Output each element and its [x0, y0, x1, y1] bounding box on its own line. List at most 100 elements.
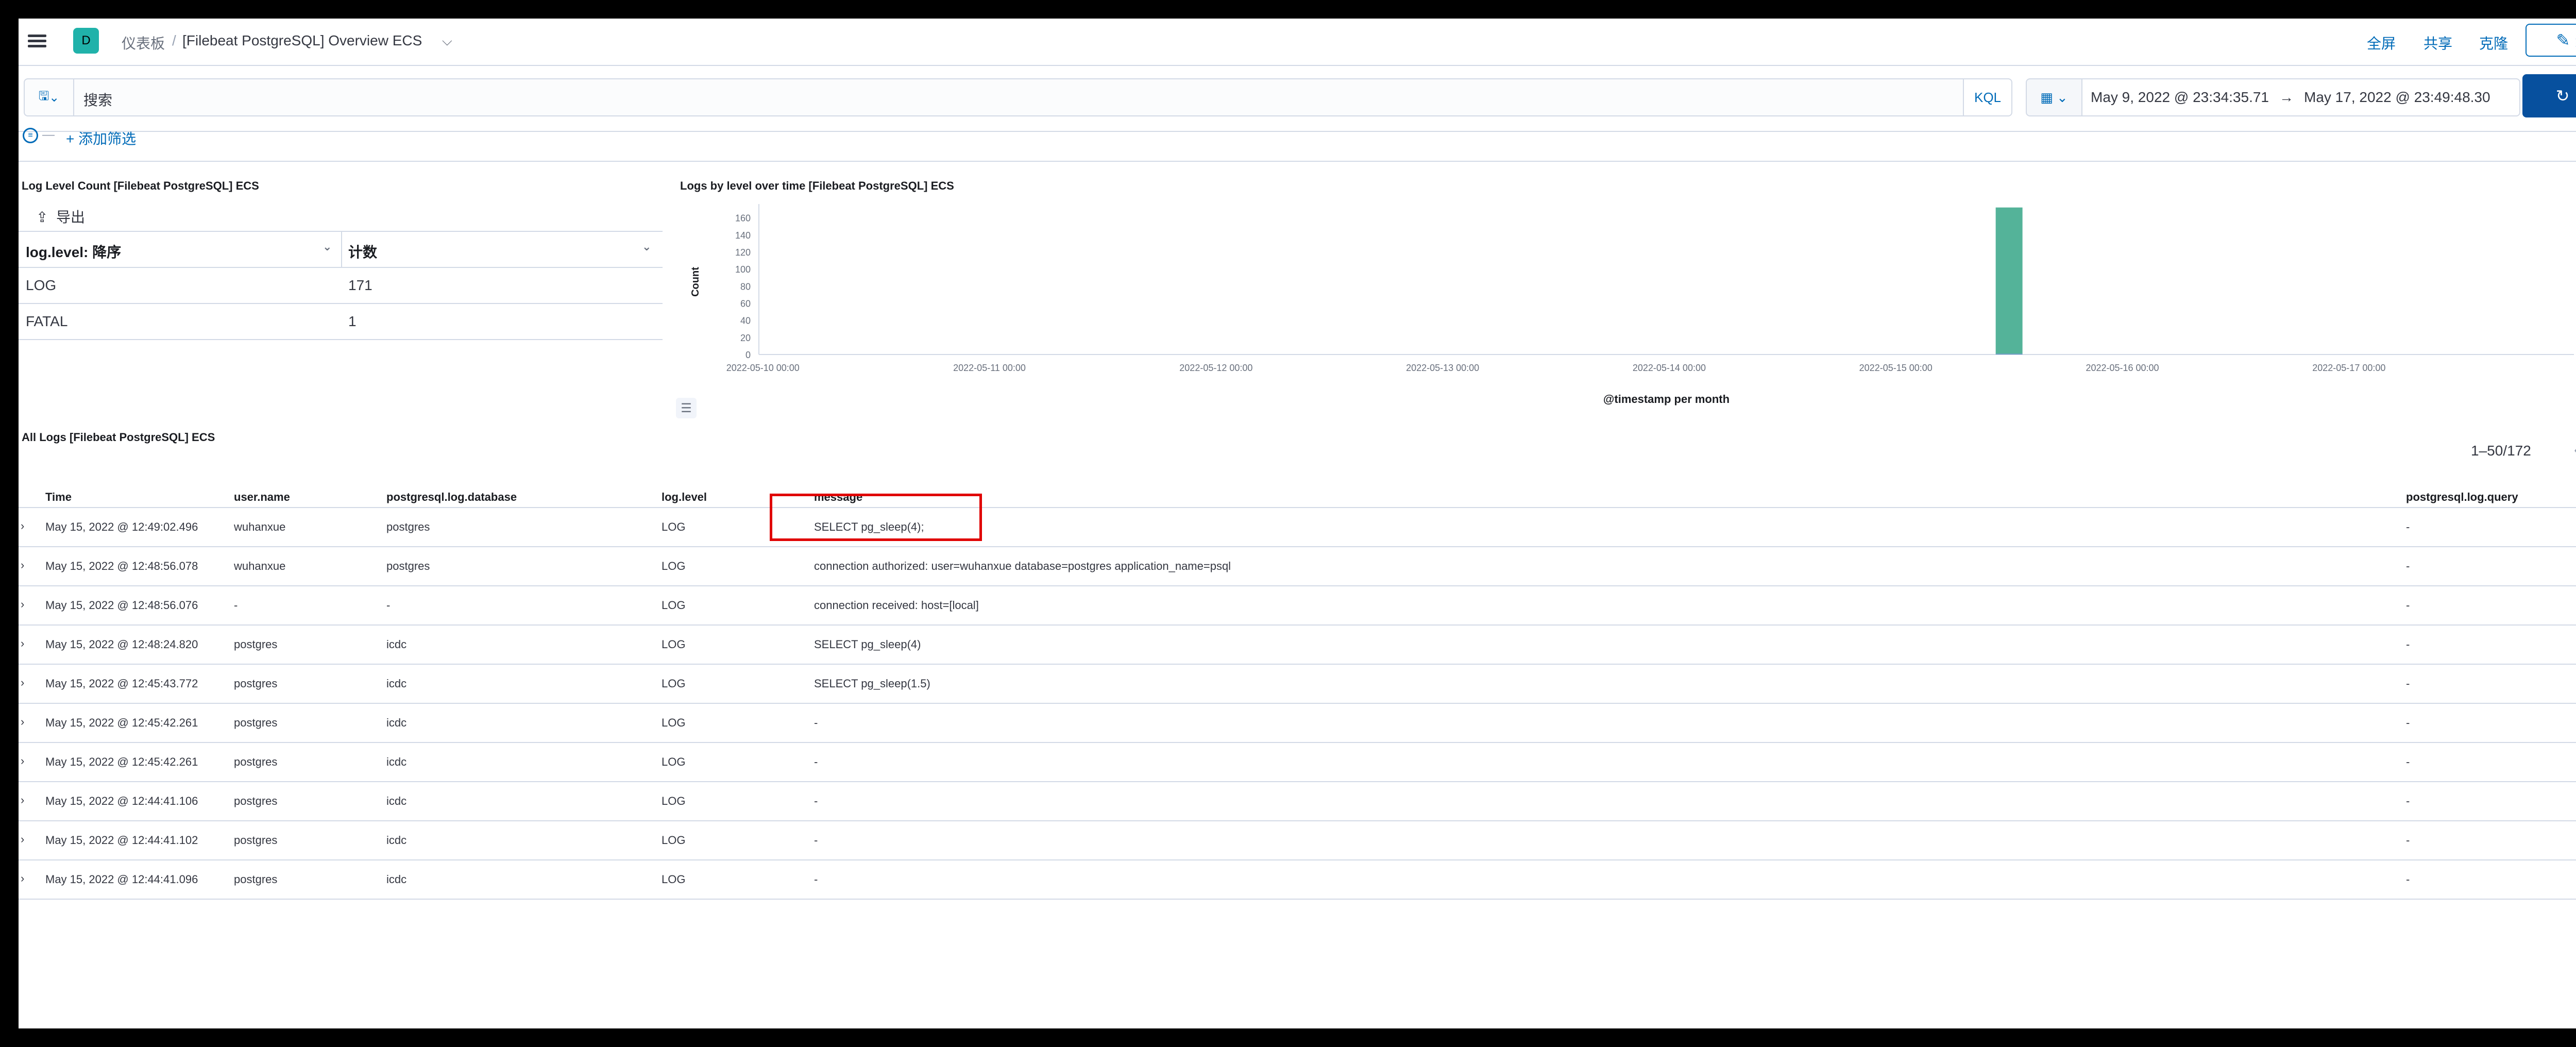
expand-chevron-icon[interactable]: › [21, 637, 24, 650]
breadcrumb-dashboards[interactable]: 仪表板 [122, 32, 165, 53]
cell-message: SELECT pg_sleep(4) [814, 638, 921, 651]
cell-time: May 15, 2022 @ 12:48:56.076 [45, 599, 198, 612]
chevron-down-icon: ⌄ [49, 90, 60, 105]
table-row[interactable]: › May 15, 2022 @ 12:45:42.261 postgres icdc… [19, 704, 2576, 743]
table-row[interactable]: › May 15, 2022 @ 12:44:41.096 postgres icdc… [19, 860, 2576, 900]
y-tick-label: 140 [735, 230, 751, 241]
y-tick-label: 60 [740, 298, 751, 309]
breadcrumb-separator: / [172, 32, 176, 48]
column-header-user[interactable]: user.name [234, 491, 290, 504]
cell-query: - [2406, 755, 2410, 768]
edit-button[interactable]: ✎ 编辑 [2526, 24, 2576, 57]
x-tick-label: 2022-05-17 00:00 [2312, 363, 2385, 373]
cell-query: - [2406, 677, 2410, 690]
table-row[interactable]: › May 15, 2022 @ 12:48:24.820 postgres icdc… [19, 626, 2576, 665]
cell-level: LOG [662, 795, 686, 807]
x-tick-label: 2022-05-14 00:00 [1633, 363, 1706, 373]
expand-chevron-icon[interactable]: › [21, 872, 24, 885]
export-icon: ⇪ [36, 209, 48, 225]
cell-level: LOG [662, 716, 686, 729]
refresh-icon: ↻ [2555, 87, 2570, 105]
column-header-level[interactable]: log.level [662, 491, 707, 504]
cell-message: SELECT pg_sleep(1.5) [814, 677, 930, 690]
expand-chevron-icon[interactable]: › [21, 833, 24, 846]
chevron-down-icon[interactable]: ⌄ [642, 240, 651, 254]
cell-user: postgres [234, 755, 278, 768]
y-tick-label: 0 [745, 350, 751, 360]
chevron-down-icon[interactable]: ⌵ [442, 33, 452, 49]
logs-over-time-chart: 0 20 40 60 80 100 120 140 160 2022-05-10 00:00 202… [690, 204, 2574, 406]
cell-database: icdc [386, 677, 407, 690]
expand-chevron-icon[interactable]: › [21, 793, 24, 807]
fullscreen-link[interactable]: 全屏 [2367, 32, 2396, 53]
all-logs-table: Time user.name postgresql.log.database l… [19, 482, 2576, 900]
share-link[interactable]: 共享 [2424, 32, 2452, 53]
clone-link[interactable]: 克隆 [2479, 32, 2508, 53]
table-row[interactable]: › May 15, 2022 @ 12:49:02.496 wuhanxue post… [19, 508, 2576, 547]
expand-chevron-icon[interactable]: › [21, 519, 24, 533]
expand-chevron-icon[interactable]: › [21, 754, 24, 768]
kql-toggle[interactable]: KQL [1964, 78, 2012, 116]
search-input[interactable]: 搜索 [73, 78, 1964, 116]
y-tick-label: 40 [740, 316, 751, 326]
table-header: Time user.name postgresql.log.database l… [19, 482, 2576, 508]
expand-chevron-icon[interactable]: › [21, 676, 24, 689]
breadcrumb-current: [Filebeat PostgreSQL] Overview ECS [182, 32, 422, 48]
column-header-query[interactable]: postgresql.log.query [2406, 491, 2518, 504]
cell-user: postgres [234, 716, 278, 729]
expand-chevron-icon[interactable]: › [21, 598, 24, 611]
cell-count: 171 [348, 277, 372, 293]
date-start[interactable]: May 9, 2022 @ 23:34:35.71 [2091, 89, 2269, 106]
save-icon: 🖫 [38, 89, 49, 103]
cell-query: - [2406, 834, 2410, 847]
cell-message: connection received: host=[local] [814, 599, 979, 612]
cell-time: May 15, 2022 @ 12:45:42.261 [45, 755, 198, 768]
cell-user: postgres [234, 873, 278, 886]
filter-icon[interactable]: ≡ [23, 128, 38, 143]
cell-user: wuhanxue [234, 520, 286, 533]
expand-chevron-icon[interactable]: › [21, 559, 24, 572]
column-header-level[interactable]: log.level: 降序 [26, 241, 121, 262]
table-row[interactable]: › May 15, 2022 @ 12:44:41.106 postgres icdc… [19, 782, 2576, 821]
calendar-icon: ▦ [2040, 89, 2053, 105]
column-divider [341, 232, 342, 267]
table-row[interactable]: › May 15, 2022 @ 12:48:56.078 wuhanxue post… [19, 547, 2576, 586]
level-count-table: log.level: 降序 ⌄ 计数 ⌄ LOG 171 FATAL 1 [19, 231, 663, 340]
x-tick-label: 2022-05-15 00:00 [1859, 363, 1933, 373]
y-tick-label: 20 [740, 333, 751, 343]
table-row[interactable]: › May 15, 2022 @ 12:45:42.261 postgres icdc… [19, 743, 2576, 782]
x-tick-label: 2022-05-12 00:00 [1179, 363, 1252, 373]
date-range-picker[interactable]: May 9, 2022 @ 23:34:35.71 → May 17, 2022… [2082, 78, 2520, 116]
expand-chevron-icon[interactable]: › [21, 715, 24, 729]
column-header-time[interactable]: Time [45, 491, 72, 504]
column-header-database[interactable]: postgresql.log.database [386, 491, 517, 504]
date-end[interactable]: May 17, 2022 @ 23:49:48.30 [2304, 89, 2490, 106]
table-row[interactable]: › May 15, 2022 @ 12:45:43.772 postgres icdc… [19, 665, 2576, 704]
cell-time: May 15, 2022 @ 12:48:24.820 [45, 638, 198, 651]
x-tick-label: 2022-05-13 00:00 [1406, 363, 1479, 373]
top-header: D 仪表板 / [Filebeat PostgreSQL] Overview E… [19, 19, 2576, 66]
table-row[interactable]: › May 15, 2022 @ 12:44:41.102 postgres icdc… [19, 821, 2576, 860]
column-header-count[interactable]: 计数 [348, 241, 377, 262]
export-button[interactable]: ⇪ 导出 [36, 206, 85, 227]
list-icon[interactable]: ☰ [676, 398, 697, 418]
refresh-button[interactable]: ↻ 刷新 [2522, 74, 2576, 117]
y-tick-label: 120 [735, 247, 751, 258]
cell-message: connection authorized: user=wuhanxue dat… [814, 560, 1231, 572]
cell-time: May 15, 2022 @ 12:45:43.772 [45, 677, 198, 690]
cell-database: icdc [386, 638, 407, 651]
cell-time: May 15, 2022 @ 12:45:42.261 [45, 716, 198, 729]
table-row[interactable]: › May 15, 2022 @ 12:48:56.076 - - LOG connect… [19, 586, 2576, 626]
cell-level: FATAL [26, 313, 68, 329]
table-header: log.level: 降序 ⌄ 计数 ⌄ [19, 231, 663, 268]
cell-database: postgres [386, 560, 430, 572]
chevron-left-icon[interactable]: ‹ [2574, 440, 2576, 459]
date-quick-select[interactable]: ▦ ⌄ [2026, 78, 2082, 116]
cell-database: icdc [386, 795, 407, 807]
chevron-down-icon[interactable]: ⌄ [323, 240, 332, 254]
saved-query-button[interactable]: 🖫 ⌄ [24, 78, 73, 116]
add-filter-link[interactable]: + 添加筛选 [66, 128, 136, 148]
x-axis-title: @timestamp per month [1603, 393, 1730, 406]
space-avatar[interactable]: D [73, 28, 99, 54]
menu-icon[interactable] [28, 32, 46, 50]
